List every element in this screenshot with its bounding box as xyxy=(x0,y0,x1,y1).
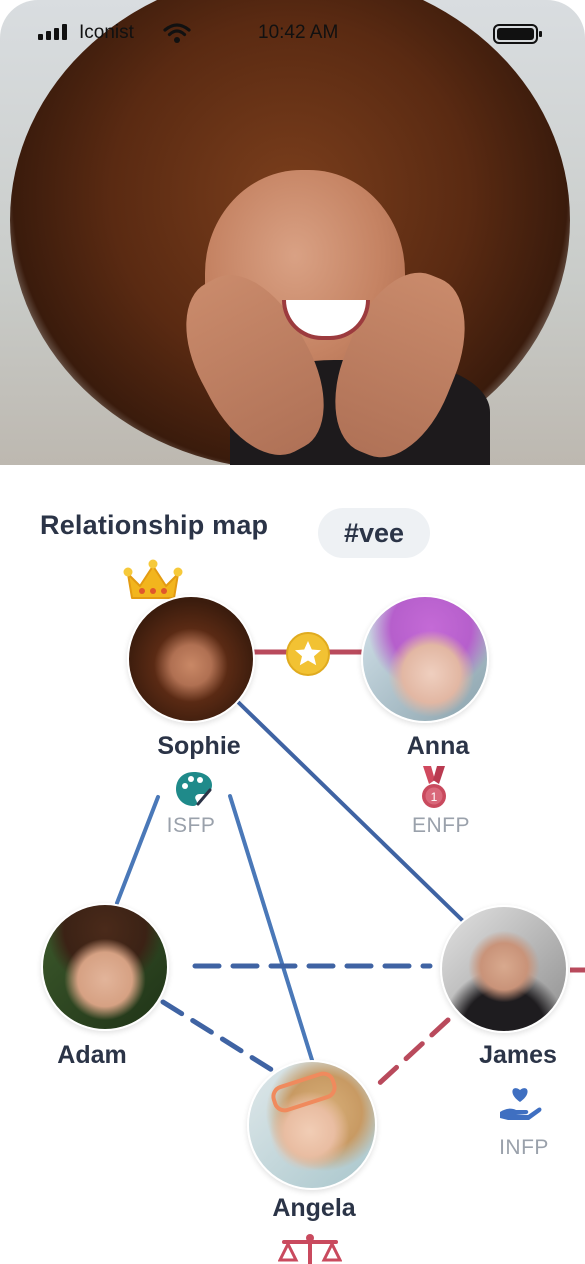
person-name-angela[interactable]: Angela xyxy=(234,1194,394,1223)
medal-icon: 1 xyxy=(422,766,446,808)
link-adam-angela xyxy=(160,999,275,1073)
signal-icon xyxy=(38,24,67,40)
person-name-adam[interactable]: Adam xyxy=(12,1041,172,1070)
relationship-map: Sophie ISFP Anna 1 ENFP Adam James INFP … xyxy=(0,559,585,1264)
carrier-name: Iconist xyxy=(79,22,134,43)
mbti-sophie: ISFP xyxy=(166,814,216,837)
link-sophie-angela xyxy=(228,794,314,1062)
avatar-sophie[interactable] xyxy=(127,595,255,723)
avatar-james[interactable] xyxy=(440,905,568,1033)
person-name-james[interactable]: James xyxy=(438,1041,585,1070)
link-james-angela xyxy=(369,1017,451,1093)
palette-icon xyxy=(176,772,212,806)
section-title: Relationship map xyxy=(40,510,269,540)
avatar-angela[interactable] xyxy=(247,1060,377,1190)
person-name-anna[interactable]: Anna xyxy=(358,732,518,761)
link-sophie-adam xyxy=(115,795,160,905)
heart-hand-icon xyxy=(500,1088,542,1120)
medal-number: 1 xyxy=(431,790,438,804)
mbti-james: INFP xyxy=(499,1136,549,1159)
scales-icon xyxy=(278,1234,342,1264)
group-tag-chip[interactable]: #vee xyxy=(318,508,430,558)
status-time: 10:42 AM xyxy=(258,22,339,43)
avatar-adam[interactable] xyxy=(41,903,169,1031)
phone-screen: Iconist 10:42 AM Relationship map #vee S… xyxy=(0,0,585,1264)
hero-photo xyxy=(0,0,585,465)
wifi-icon xyxy=(163,23,191,43)
mbti-anna: ENFP xyxy=(411,814,470,837)
status-bar: Iconist 10:42 AM xyxy=(0,18,585,50)
battery-icon xyxy=(493,24,542,44)
sunglasses xyxy=(268,1068,340,1116)
avatar-anna[interactable] xyxy=(361,595,489,723)
person-name-sophie[interactable]: Sophie xyxy=(119,732,279,761)
best-friend-star-icon xyxy=(286,632,330,676)
